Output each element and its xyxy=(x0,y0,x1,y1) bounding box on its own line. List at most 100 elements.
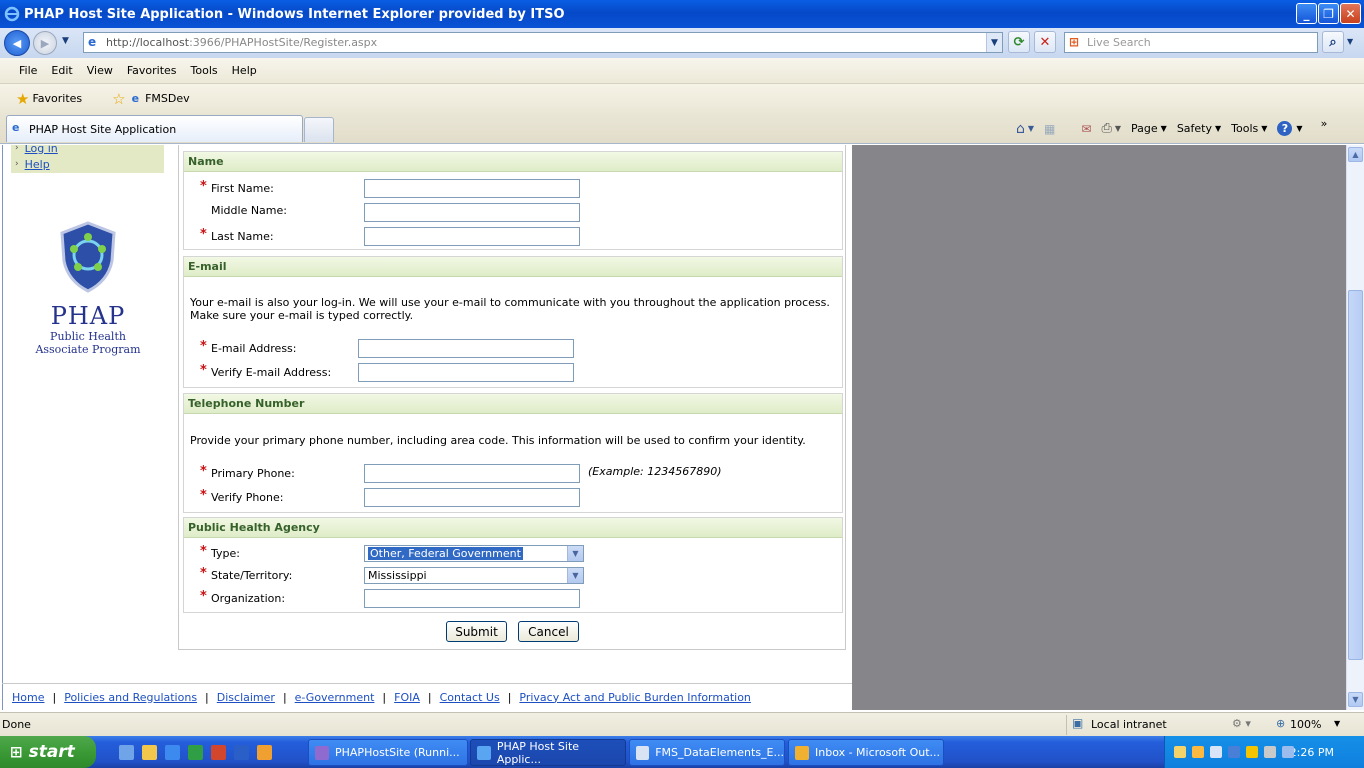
feeds-icon[interactable]: ▦ xyxy=(1044,122,1055,136)
tray-shield-icon[interactable] xyxy=(1246,746,1258,758)
read-mail-icon[interactable]: ✉ xyxy=(1081,122,1091,136)
footer-link-foia[interactable]: FOIA xyxy=(394,691,420,704)
tray-outlook-icon[interactable] xyxy=(1192,746,1204,758)
back-button[interactable]: ◀ xyxy=(4,30,30,56)
close-window-button[interactable]: ✕ xyxy=(1340,3,1361,24)
help-icon[interactable]: ? xyxy=(1277,121,1293,136)
verify-phone-input[interactable] xyxy=(364,488,580,507)
taskbar-button-label: PHAP Host Site Applic... xyxy=(496,739,580,766)
tray-mail-icon[interactable] xyxy=(1174,746,1186,758)
tray-network-icon[interactable] xyxy=(1210,746,1222,758)
print-icon[interactable]: ⎙ ▼ xyxy=(1101,121,1121,136)
page-icon: e xyxy=(88,35,97,49)
footer-link-privacy[interactable]: Privacy Act and Public Burden Informatio… xyxy=(519,691,751,704)
middle-name-input[interactable] xyxy=(364,203,580,222)
footer-link-egovernment[interactable]: e-Government xyxy=(295,691,375,704)
scroll-down-icon[interactable]: ▼ xyxy=(1348,692,1363,707)
windows-logo-icon: ⊞ xyxy=(10,743,23,761)
scroll-up-icon[interactable]: ▲ xyxy=(1348,147,1363,162)
footer-link-policies[interactable]: Policies and Regulations xyxy=(64,691,197,704)
footer-link-home[interactable]: Home xyxy=(12,691,44,704)
submit-button[interactable]: Submit xyxy=(446,621,507,642)
tools-menu[interactable]: Tools ▼ xyxy=(1231,122,1267,135)
footer-link-contact[interactable]: Contact Us xyxy=(440,691,500,704)
quicklaunch-ie-icon[interactable] xyxy=(165,745,180,760)
add-favorite-icon[interactable]: ☆ xyxy=(112,90,125,108)
address-host: http://localhost xyxy=(106,36,190,49)
search-options-dropdown-icon[interactable]: ▼ xyxy=(1347,37,1353,46)
safety-menu[interactable]: Safety ▼ xyxy=(1177,122,1221,135)
document-icon xyxy=(636,745,650,760)
organization-input[interactable] xyxy=(364,589,580,608)
minimize-button[interactable]: _ xyxy=(1296,3,1317,24)
state-select[interactable]: Mississippi ▼ xyxy=(364,567,584,584)
sidebar-item-label[interactable]: Help xyxy=(25,158,50,171)
more-commands-icon[interactable]: » xyxy=(1321,117,1328,130)
quicklaunch-word-icon[interactable] xyxy=(234,745,249,760)
zoom-dropdown-icon[interactable]: ▼ xyxy=(1334,719,1340,728)
quicklaunch-outlook-icon[interactable] xyxy=(257,745,272,760)
start-label: start xyxy=(28,742,75,762)
chevron-down-icon[interactable]: ▼ xyxy=(567,568,583,583)
help-dropdown-icon[interactable]: ▼ xyxy=(1296,124,1302,133)
menu-view[interactable]: View xyxy=(87,64,113,77)
menu-file[interactable]: File xyxy=(19,64,37,77)
quicklaunch-excel-icon[interactable] xyxy=(188,745,203,760)
tray-misc-icon[interactable] xyxy=(1264,746,1276,758)
sidebar-item-label[interactable]: Log in xyxy=(25,145,58,155)
tray-volume-icon[interactable] xyxy=(1282,746,1294,758)
scrollbar-thumb[interactable] xyxy=(1348,290,1363,660)
restore-button[interactable]: ❐ xyxy=(1318,3,1339,24)
favorites-button[interactable]: Favorites xyxy=(32,92,82,105)
menu-edit[interactable]: Edit xyxy=(51,64,72,77)
footer-separator: | xyxy=(282,690,287,704)
quicklaunch-explorer-icon[interactable] xyxy=(142,745,157,760)
phone-example-hint: (Example: 1234567890) xyxy=(588,465,722,478)
search-button[interactable]: ⌕ xyxy=(1322,31,1344,53)
window-title-bar[interactable]: PHAP Host Site Application - Windows Int… xyxy=(0,0,1364,28)
menu-favorites[interactable]: Favorites xyxy=(127,64,177,77)
search-placeholder: Live Search xyxy=(1087,36,1151,49)
tab-phap-host-site[interactable]: e PHAP Host Site Application xyxy=(6,115,303,142)
first-name-input[interactable] xyxy=(364,179,580,198)
name-section-header: Name xyxy=(184,152,842,172)
recent-pages-dropdown-icon[interactable]: ▼ xyxy=(62,36,69,46)
outlook-icon xyxy=(795,745,809,760)
fav-link-fmsdev[interactable]: FMSDev xyxy=(145,92,190,105)
address-dropdown-icon[interactable]: ▼ xyxy=(986,33,1002,52)
taskbar-button-outlook[interactable]: Inbox - Microsoft Out... xyxy=(788,739,944,766)
primary-phone-input[interactable] xyxy=(364,464,580,483)
first-name-label: First Name: xyxy=(211,182,274,195)
tray-security-icon[interactable] xyxy=(1228,746,1240,758)
chevron-down-icon[interactable]: ▼ xyxy=(567,546,583,561)
email-address-input[interactable] xyxy=(358,339,574,358)
cancel-button[interactable]: Cancel xyxy=(518,621,579,642)
agency-type-select[interactable]: Other, Federal Government ▼ xyxy=(364,545,584,562)
page-menu[interactable]: Page ▼ xyxy=(1131,122,1167,135)
menu-tools[interactable]: Tools xyxy=(191,64,218,77)
home-icon[interactable]: ⌂ ▼ xyxy=(1016,121,1034,137)
address-bar[interactable]: e http://localhost:3966/PHAPHostSite/Reg… xyxy=(83,32,1003,53)
refresh-button[interactable]: ⟳ xyxy=(1008,31,1030,53)
taskbar-button-phaphostsite[interactable]: PHAPHostSite (Runni... xyxy=(308,739,468,766)
protected-mode-icon[interactable]: ⚙ ▾ xyxy=(1232,717,1251,730)
menu-help[interactable]: Help xyxy=(232,64,257,77)
search-box[interactable]: ⊞ Live Search xyxy=(1064,32,1318,53)
forward-button[interactable]: ▶ xyxy=(33,31,57,55)
verify-email-input[interactable] xyxy=(358,363,574,382)
last-name-input[interactable] xyxy=(364,227,580,246)
registration-form: Name * First Name: Middle Name: * Last N… xyxy=(178,145,846,650)
vertical-scrollbar[interactable]: ▲ ▼ xyxy=(1346,145,1364,710)
zoom-level[interactable]: 100% xyxy=(1290,718,1321,731)
organization-label: Organization: xyxy=(211,592,286,605)
stop-button[interactable]: ✕ xyxy=(1034,31,1056,53)
clock[interactable]: 2:26 PM xyxy=(1290,746,1334,759)
footer-link-disclaimer[interactable]: Disclaimer xyxy=(217,691,275,704)
new-tab-button[interactable] xyxy=(304,117,334,142)
taskbar-button-fms[interactable]: FMS_DataElements_E... xyxy=(629,739,785,766)
start-button[interactable]: ⊞ start xyxy=(0,736,96,768)
quicklaunch-powerpoint-icon[interactable] xyxy=(211,745,226,760)
taskbar-button-ie[interactable]: PHAP Host Site Applic... xyxy=(470,739,626,766)
sidebar-item-help[interactable]: › Help xyxy=(11,155,164,173)
quicklaunch-desktop-icon[interactable] xyxy=(119,745,134,760)
